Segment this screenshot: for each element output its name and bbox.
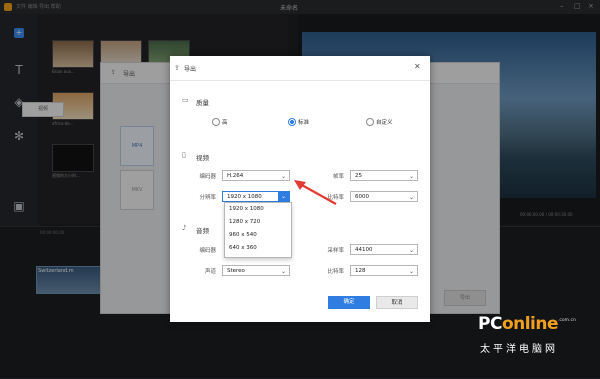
video-bitrate-value: 6000 xyxy=(355,194,369,200)
quality-section-title: 质量 xyxy=(196,99,209,107)
video-section-title: 视频 xyxy=(196,154,209,162)
samplerate-select[interactable]: 44100 ⌄ xyxy=(350,244,418,255)
quality-high-radio[interactable] xyxy=(212,118,220,126)
resolution-option[interactable]: 1280 x 720 xyxy=(229,219,260,225)
export-icon: ⇪ xyxy=(174,64,180,72)
resolution-select[interactable]: 1920 x 1080 ⌄ xyxy=(222,191,290,202)
quality-standard-radio[interactable] xyxy=(288,118,296,126)
ok-button[interactable]: 确定 xyxy=(328,296,370,309)
audio-icon: ♪ xyxy=(182,224,187,232)
quality-custom-label: 自定义 xyxy=(376,120,393,126)
watermark-logo: PConline xyxy=(478,314,559,334)
chevron-down-icon: ⌄ xyxy=(408,173,414,180)
quality-custom-radio[interactable] xyxy=(366,118,374,126)
channel-value: Stereo xyxy=(227,268,245,274)
audio-bitrate-select[interactable]: 128 ⌄ xyxy=(350,265,418,276)
video-encoder-label: 编码器 xyxy=(199,174,216,180)
video-encoder-value: H.264 xyxy=(227,173,244,179)
annotation-arrow-icon xyxy=(294,180,337,205)
dialog-title: 导出 xyxy=(184,66,197,73)
chevron-down-icon: ⌄ xyxy=(280,268,286,275)
quality-standard-label: 标准 xyxy=(298,120,310,126)
watermark-domain: .com.cn xyxy=(558,318,576,323)
resolution-option[interactable]: 1920 x 1080 xyxy=(229,206,264,212)
close-icon[interactable]: ✕ xyxy=(414,62,421,71)
chevron-down-icon: ⌄ xyxy=(278,192,289,202)
watermark-subtitle: 太平洋电脑网 xyxy=(480,344,558,355)
cancel-button[interactable]: 取消 xyxy=(376,296,418,309)
resolution-dropdown-list: 1920 x 1080 1280 x 720 960 x 540 640 x 3… xyxy=(224,202,292,258)
chevron-down-icon: ⌄ xyxy=(280,173,286,180)
audio-bitrate-label: 比特率 xyxy=(327,269,344,275)
channel-select[interactable]: Stereo ⌄ xyxy=(222,265,290,276)
resolution-option[interactable]: 960 x 540 xyxy=(229,232,257,238)
samplerate-value: 44100 xyxy=(355,247,373,253)
framerate-select[interactable]: 25 ⌄ xyxy=(350,170,418,181)
chevron-down-icon: ⌄ xyxy=(408,194,414,201)
header-divider xyxy=(170,80,430,81)
chevron-down-icon: ⌄ xyxy=(408,247,414,254)
resolution-label: 分辨率 xyxy=(199,195,216,201)
resolution-value: 1920 x 1080 xyxy=(227,194,262,200)
quality-high-label: 高 xyxy=(222,120,228,126)
framerate-value: 25 xyxy=(355,173,362,179)
channel-label: 声道 xyxy=(204,269,216,275)
chevron-down-icon: ⌄ xyxy=(408,268,414,275)
monitor-icon: ▭ xyxy=(182,96,189,104)
audio-encoder-label: 编码器 xyxy=(199,248,216,254)
video-bitrate-select[interactable]: 6000 ⌄ xyxy=(350,191,418,202)
samplerate-label: 采样率 xyxy=(327,248,344,254)
audio-bitrate-value: 128 xyxy=(355,268,366,274)
audio-section-title: 音频 xyxy=(196,227,209,235)
video-encoder-select[interactable]: H.264 ⌄ xyxy=(222,170,290,181)
video-icon: ▯ xyxy=(182,151,186,159)
resolution-option[interactable]: 640 x 360 xyxy=(229,245,257,251)
